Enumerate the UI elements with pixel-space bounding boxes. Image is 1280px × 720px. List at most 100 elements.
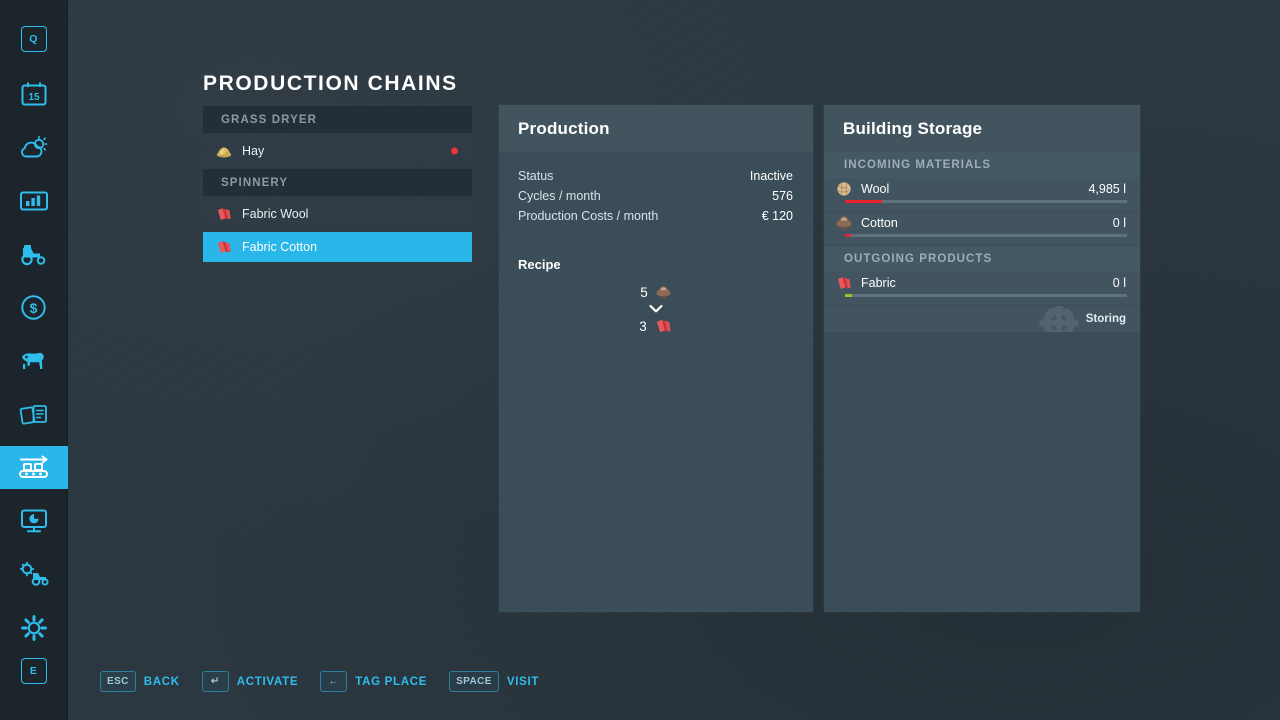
storage-item-name: Wool [861,181,890,196]
storage-fill-bar-wool [845,200,1127,203]
recipe-input: 5 [640,285,672,300]
calendar-15-icon: 15 [21,82,46,106]
recipe-input-amount: 5 [640,285,648,300]
help-item-visit[interactable]: SPACE VISIT [449,671,539,692]
stat-row-status: Status Inactive [518,166,793,186]
sidebar-item-finances[interactable]: $ [0,286,68,329]
fabric-bale-icon [656,319,671,333]
sidebar-item-settings[interactable] [0,606,68,649]
stat-row-cycles: Cycles / month 576 [518,186,793,206]
storage-status-text: Storing [1085,313,1126,325]
sidebar-item-contracts[interactable] [0,393,68,436]
help-item-back[interactable]: ESC BACK [100,671,180,692]
help-label-visit: VISIT [506,675,540,688]
stat-label: Status [518,169,554,183]
cotton-boll-icon [836,215,852,230]
storage-item-name: Cotton [861,215,898,230]
status-badge [451,147,458,155]
recipe-title: Recipe [518,257,561,272]
help-bar: ESC BACK ↵ ACTIVATE ← TAG PLACE SPACE VI… [100,671,539,692]
chain-group-header-grass-dryer: GRASS DRYER [203,106,472,133]
cotton-boll-icon [656,286,671,299]
storage-item-amount: 4,985 l [1088,181,1126,196]
storage-row-fabric[interactable]: Fabric 0 l [824,272,1140,305]
storage-panel-title: Building Storage [824,105,1140,152]
production-panel-title: Production [499,105,813,152]
tractor-gear-icon [19,562,49,587]
tractor-icon [20,245,45,266]
stat-label: Production Costs / month [518,209,659,223]
storage-group-header-incoming: INCOMING MATERIALS [824,152,1140,178]
left-sidebar: Q 15 $ E [0,0,68,720]
chain-row-fabric-wool[interactable]: Fabric Wool [203,199,472,229]
stat-value: Inactive [749,169,793,183]
presentation-board-icon [20,509,47,533]
sidebar-item-calendar[interactable]: 15 [0,73,68,116]
storage-fill-bar-cotton [845,234,1127,237]
storage-row-cotton[interactable]: Cotton 0 l [824,212,1140,245]
storage-item-amount: 0 l [1112,215,1126,230]
chain-row-label: Fabric Wool [242,207,309,221]
sidebar-item-quick-menu[interactable]: Q [0,18,68,61]
svg-text:$: $ [30,300,38,316]
storage-item-name: Fabric [861,275,896,290]
weather-icon [20,135,47,157]
stat-value: € 120 [761,209,793,223]
help-key-esc: ESC [100,671,136,692]
sidebar-item-weather[interactable] [0,126,68,169]
building-storage-panel: Building Storage INCOMING MATERIALS Wool… [824,105,1140,612]
help-label-tag-place: TAG PLACE [355,675,428,688]
storage-fill-bar-value [845,200,882,203]
key-e-icon: E [20,657,47,684]
sidebar-item-vehicles[interactable] [0,233,68,276]
storage-group-header-outgoing: OUTGOING PRODUCTS [824,246,1140,272]
production-panel: Production Status Inactive Cycles / mont… [499,105,813,612]
wool-ball-icon [837,181,851,196]
storage-row-wool[interactable]: Wool 4,985 l [824,178,1140,211]
storage-row-fabric-status: Storing [824,306,1140,332]
production-stats: Status Inactive Cycles / month 576 Produ… [499,152,813,226]
recipe-output: 3 [639,318,673,334]
sidebar-item-production[interactable] [0,446,68,490]
stat-value: 576 [772,189,793,203]
fabric-bale-icon [217,208,231,220]
sidebar-item-statistics[interactable] [0,179,68,222]
chain-row-label: Fabric Cotton [242,240,318,254]
sidebar-item-vehicle-config[interactable] [0,553,68,596]
sidebar-item-map-overview[interactable] [0,500,68,543]
stat-row-costs: Production Costs / month € 120 [518,206,793,226]
recipe-diagram: 5 3 [499,285,813,334]
sidebar-item-exit[interactable]: E [0,649,68,692]
svg-text:15: 15 [28,92,40,103]
conveyor-belt-icon [18,455,48,478]
chain-group-header-spinnery: SPINNERY [203,169,472,196]
storage-item-amount: 0 l [1112,275,1126,290]
help-label-activate: ACTIVATE [236,675,299,688]
chart-bar-icon [19,191,48,211]
key-q-icon: Q [20,26,47,53]
cow-icon [21,352,44,369]
help-item-activate[interactable]: ↵ ACTIVATE [201,671,299,692]
fabric-bale-icon [837,276,851,289]
chain-row-hay[interactable]: Hay [203,136,472,166]
flower-watermark-icon [1039,306,1079,332]
help-key-left-arrow: ← [320,671,348,692]
chain-row-fabric-cotton[interactable]: Fabric Cotton [203,232,472,262]
documents-icon [19,405,47,425]
chain-row-label: Hay [242,144,265,158]
storage-fill-bar-fabric [845,294,1127,297]
help-key-enter: ↵ [201,671,229,692]
help-key-space: SPACE [449,671,499,692]
gear-icon [20,614,47,641]
help-item-tag-place[interactable]: ← TAG PLACE [320,671,427,692]
page-title: PRODUCTION CHAINS [203,72,458,95]
dollar-circle-icon: $ [21,295,46,320]
storage-fill-bar-value [845,234,851,237]
chevron-down-icon [648,303,664,315]
help-label-back: BACK [143,675,180,688]
production-chain-list: GRASS DRYER Hay SPINNERY Fabric Wool Fab… [203,106,472,265]
stat-label: Cycles / month [518,189,601,203]
recipe-output-amount: 3 [639,318,647,334]
sidebar-item-animals[interactable] [0,340,68,383]
storage-fill-bar-value [845,294,853,297]
